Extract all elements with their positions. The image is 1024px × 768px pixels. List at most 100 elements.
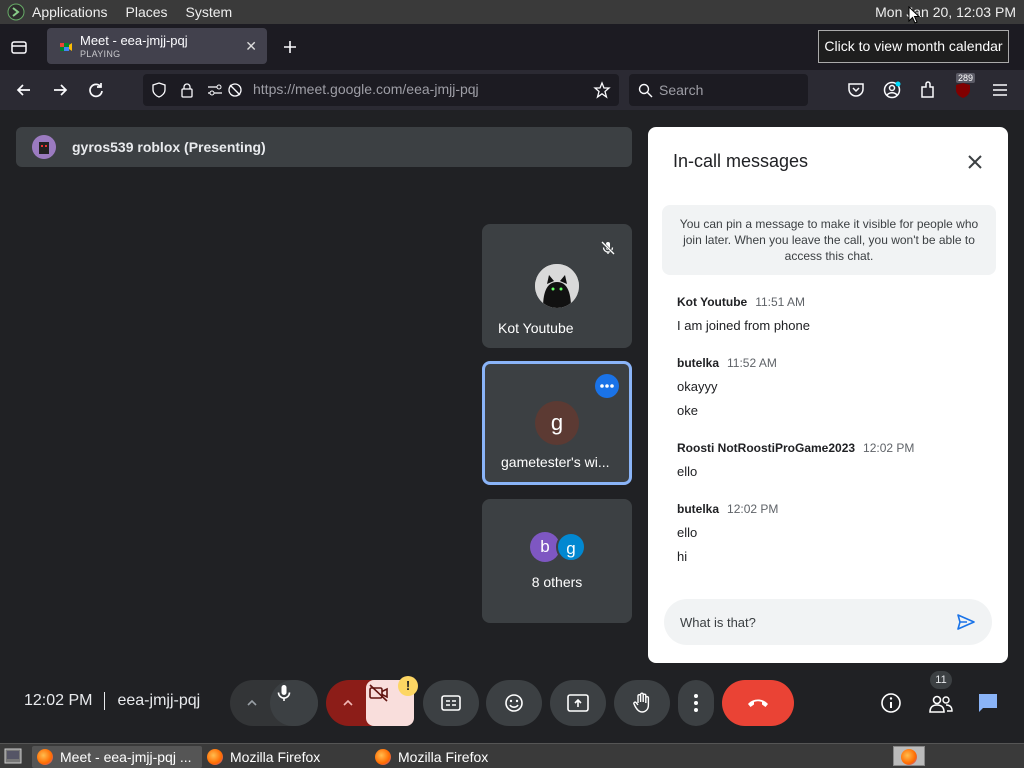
send-icon[interactable] bbox=[956, 612, 976, 632]
firefox-icon bbox=[207, 749, 223, 765]
taskbar-item-label: Mozilla Firefox bbox=[398, 749, 489, 765]
search-bar[interactable]: Search bbox=[629, 74, 808, 106]
black-cat-avatar-icon bbox=[535, 264, 579, 308]
taskbar-item-firefox-2[interactable]: Mozilla Firefox bbox=[370, 746, 536, 768]
end-call-button[interactable] bbox=[722, 680, 794, 726]
meeting-time: 12:02 PM bbox=[24, 692, 93, 710]
participant-name: Kot Youtube bbox=[498, 320, 574, 336]
presenting-label: gyros539 roblox (Presenting) bbox=[72, 139, 266, 155]
info-icon[interactable] bbox=[880, 692, 902, 714]
camera-blocked-icon[interactable] bbox=[227, 82, 243, 98]
permissions-icon[interactable] bbox=[207, 82, 223, 98]
message-sender: Roosti NotRoostiProGame2023 bbox=[677, 441, 856, 455]
message-time: 12:02 PM bbox=[863, 441, 915, 455]
firefox-icon bbox=[901, 749, 917, 765]
forward-arrow-icon[interactable] bbox=[50, 80, 70, 100]
firefox-icon bbox=[37, 749, 53, 765]
call-end-icon bbox=[748, 699, 768, 707]
chat-panel: In-call messages You can pin a message t… bbox=[648, 127, 1008, 663]
chat-info-notice: You can pin a message to make it visible… bbox=[662, 205, 996, 275]
url-bar[interactable]: https://meet.google.com/eea-jmjj-pqj bbox=[143, 74, 619, 106]
taskbar-item-firefox-1[interactable]: Mozilla Firefox bbox=[202, 746, 368, 768]
participants-count-badge: 11 bbox=[930, 671, 952, 689]
more-options-button[interactable] bbox=[595, 374, 619, 398]
others-avatar-2: g bbox=[556, 532, 586, 562]
tab-playing-label: PLAYING bbox=[80, 49, 121, 59]
mic-muted-icon bbox=[601, 241, 615, 255]
participant-tile-kot-youtube[interactable]: Kot Youtube bbox=[482, 224, 632, 348]
calendar-tooltip: Click to view month calendar bbox=[818, 30, 1009, 63]
close-icon[interactable] bbox=[966, 153, 984, 171]
reactions-button[interactable] bbox=[486, 680, 542, 726]
taskbar-item-label: Mozilla Firefox bbox=[230, 749, 321, 765]
extension-badge: 289 bbox=[956, 73, 976, 83]
tab-close-icon[interactable]: ✕ bbox=[245, 38, 257, 55]
message-text: okayyy bbox=[677, 379, 718, 394]
participant-tile-others[interactable]: b g 8 others bbox=[482, 499, 632, 623]
message-sender: butelka bbox=[677, 356, 720, 370]
participant-tile-gametester[interactable]: g gametester's wi... bbox=[482, 361, 632, 485]
people-button[interactable]: 11 bbox=[924, 671, 958, 726]
terminal-icon[interactable] bbox=[6, 2, 26, 22]
nav-bar: https://meet.google.com/eea-jmjj-pqj Sea… bbox=[0, 70, 1024, 110]
taskbar: Meet - eea-jmjj-pqj ... Mozilla Firefox … bbox=[0, 743, 1024, 768]
presenter-avatar-image-icon bbox=[32, 135, 56, 159]
menu-applications[interactable]: Applications bbox=[32, 4, 108, 20]
taskbar-item-meet[interactable]: Meet - eea-jmjj-pqj ... bbox=[32, 746, 202, 768]
show-desktop-icon[interactable] bbox=[4, 748, 22, 764]
panel-clock[interactable]: Mon Jan 20, 12:03 PM bbox=[871, 0, 1020, 24]
reload-icon[interactable] bbox=[86, 80, 106, 100]
camera-warning-badge: ! bbox=[398, 676, 418, 696]
tab-title: Meet - eea-jmjj-pqj bbox=[80, 33, 188, 48]
firefox-icon bbox=[375, 749, 391, 765]
chevron-up-icon[interactable] bbox=[341, 696, 355, 710]
present-to-all-icon bbox=[567, 694, 589, 712]
extensions-icon[interactable] bbox=[918, 80, 938, 100]
more-vert-icon bbox=[694, 694, 698, 712]
back-arrow-icon[interactable] bbox=[14, 80, 34, 100]
more-options-button[interactable] bbox=[678, 680, 714, 726]
raise-hand-button[interactable] bbox=[614, 680, 670, 726]
menu-system[interactable]: System bbox=[186, 4, 233, 20]
message-header: butelka 12:02 PM bbox=[677, 502, 778, 516]
message-text: ello bbox=[677, 464, 698, 479]
browser-tab-meet[interactable]: Meet - eea-jmjj-pqj PLAYING ✕ bbox=[47, 28, 267, 64]
present-screen-button[interactable] bbox=[550, 680, 606, 726]
menu-places[interactable]: Places bbox=[126, 4, 168, 20]
mouse-cursor-icon bbox=[908, 6, 920, 24]
message-time: 11:52 AM bbox=[727, 356, 777, 370]
closed-captions-icon bbox=[441, 695, 461, 711]
chat-icon[interactable] bbox=[977, 692, 999, 714]
meeting-code[interactable]: eea-jmjj-pqj bbox=[117, 692, 200, 709]
participant-avatar bbox=[535, 264, 579, 308]
message-time: 12:02 PM bbox=[727, 502, 779, 516]
tab-overview-icon[interactable] bbox=[10, 38, 28, 56]
chat-input-value: What is that? bbox=[680, 615, 756, 630]
panel-menus: Applications Places System bbox=[0, 0, 256, 24]
captions-button[interactable] bbox=[423, 680, 479, 726]
menu-hamburger-icon[interactable] bbox=[990, 80, 1010, 100]
message-text: hi bbox=[677, 549, 688, 564]
message-time: 11:51 AM bbox=[755, 295, 806, 309]
shield-icon[interactable] bbox=[151, 82, 167, 98]
microphone-icon bbox=[277, 685, 291, 701]
ublock-extension-button[interactable]: 289 bbox=[952, 73, 976, 101]
pocket-icon[interactable] bbox=[846, 80, 866, 100]
chevron-up-icon[interactable] bbox=[245, 696, 259, 710]
workspace-switcher[interactable] bbox=[893, 746, 925, 766]
taskbar-item-label: Meet - eea-jmjj-pqj ... bbox=[60, 749, 192, 765]
message-text: oke bbox=[677, 403, 698, 418]
bookmark-star-icon[interactable] bbox=[593, 81, 611, 99]
new-tab-icon[interactable] bbox=[281, 38, 299, 56]
emoji-icon bbox=[505, 694, 523, 712]
microphone-button[interactable] bbox=[270, 680, 318, 726]
participant-avatar: g bbox=[535, 401, 579, 445]
divider bbox=[104, 692, 106, 710]
lock-icon[interactable] bbox=[179, 82, 195, 98]
audio-options-group bbox=[230, 680, 318, 726]
search-icon bbox=[638, 83, 653, 98]
message-text: I am joined from phone bbox=[677, 318, 810, 333]
account-icon[interactable] bbox=[882, 80, 902, 100]
message-sender: butelka bbox=[677, 502, 720, 516]
chat-message-input[interactable]: What is that? bbox=[664, 599, 992, 645]
